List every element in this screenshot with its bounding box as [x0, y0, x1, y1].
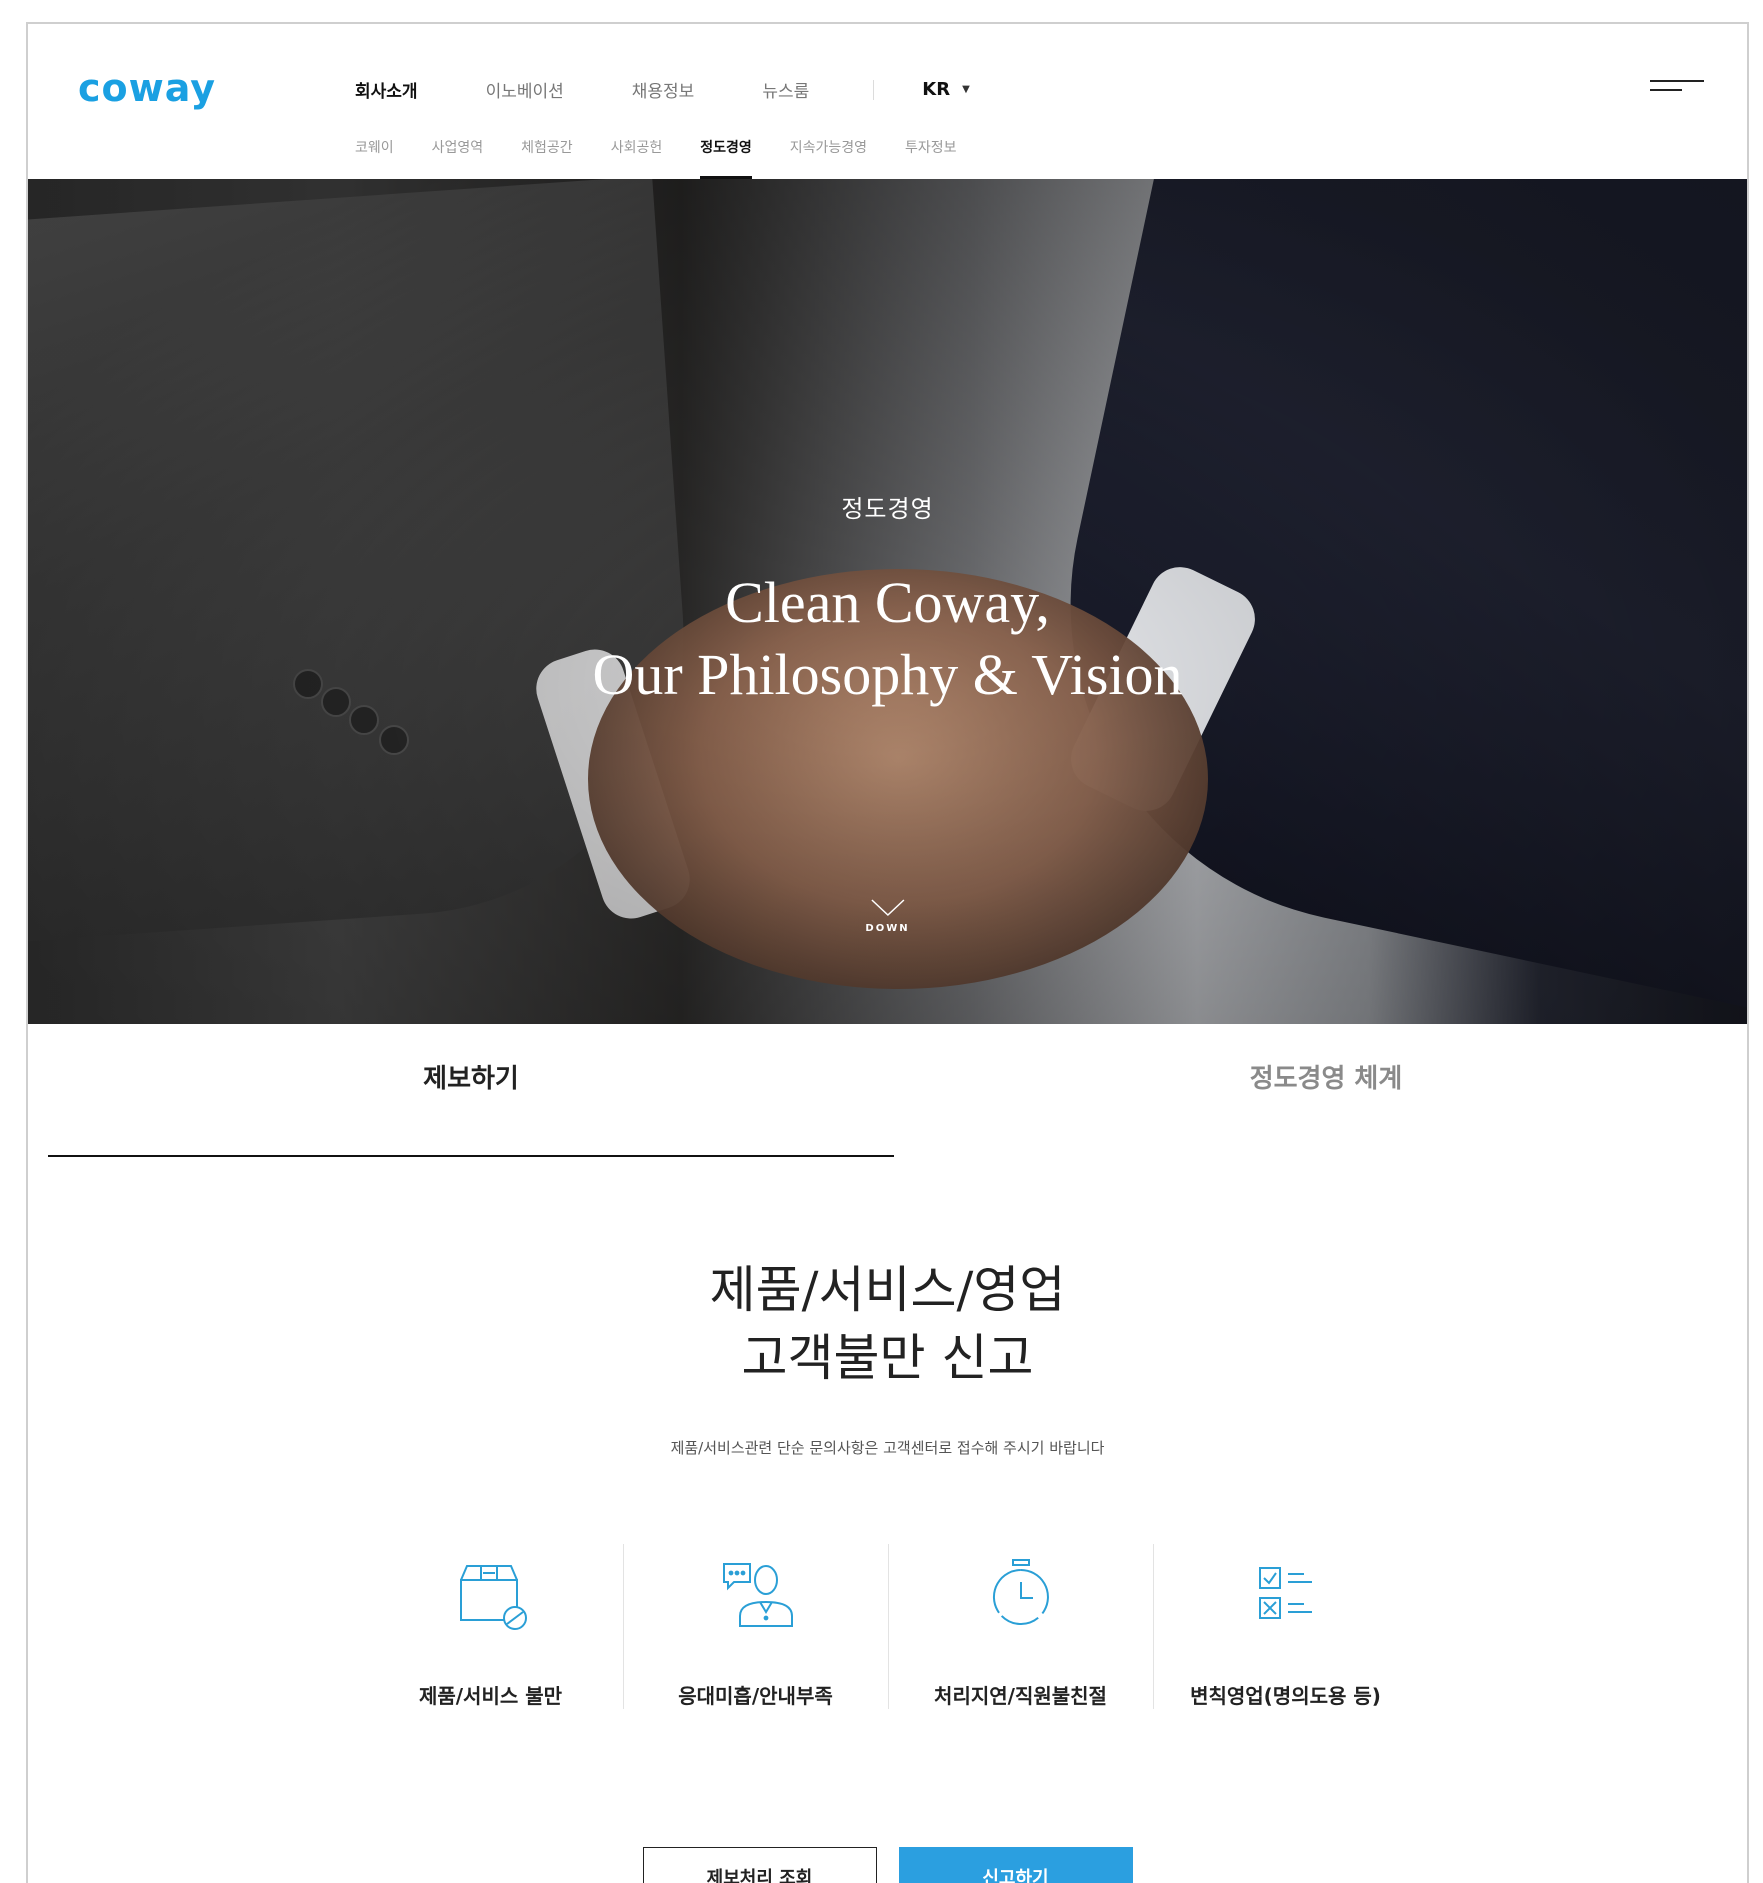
category-response: 응대미흡/안내부족 [623, 1544, 888, 1714]
consultant-chat-icon [722, 1563, 793, 1627]
hero-eyebrow: 정도경영 [841, 495, 934, 523]
scroll-down-button[interactable]: DOWN [865, 899, 909, 934]
snb-item-experience[interactable]: 체험공간 [521, 137, 573, 179]
category-product-service: 제품/서비스 불만 [358, 1544, 623, 1714]
tab-report[interactable]: 제보하기 [48, 1024, 894, 1157]
category-label: 변칙영업(명의도용 등) [1190, 1684, 1381, 1708]
snb-item-coway[interactable]: 코웨이 [355, 137, 394, 179]
submit-report-button[interactable]: 신고하기 [898, 1847, 1133, 1883]
checklist-icon [1258, 1567, 1312, 1619]
category-label: 제품/서비스 불만 [418, 1684, 563, 1708]
sub-nav: 코웨이 사업영역 체험공간 사회공헌 정도경영 지속가능경영 투자정보 [355, 137, 995, 179]
section-subtitle: 제품/서비스관련 단순 문의사항은 고객센터로 접수해 주시기 바랍니다 [670, 1439, 1105, 1457]
action-buttons: 제보처리 조회 신고하기 [28, 1847, 1747, 1883]
section-title-line1: 제품/서비스/영업 [709, 1261, 1066, 1319]
language-label: KR [922, 79, 951, 100]
content-tabs: 제보하기 정도경영 체계 [48, 1024, 1747, 1157]
scroll-down-label: DOWN [865, 923, 910, 934]
snb-item-social[interactable]: 사회공헌 [611, 137, 663, 179]
language-selector[interactable]: KR ▼ [922, 79, 970, 100]
snb-item-sustainability[interactable]: 지속가능경영 [790, 137, 867, 179]
report-lookup-button[interactable]: 제보처리 조회 [642, 1847, 877, 1883]
gnb-item-company[interactable]: 회사소개 [355, 77, 418, 102]
section-title-line2: 고객불만 신고 [741, 1329, 1034, 1387]
category-label: 응대미흡/안내부족 [678, 1684, 833, 1708]
tab-ethics-system[interactable]: 정도경영 체계 [904, 1024, 1747, 1157]
product-box-icon [459, 1565, 527, 1630]
snb-item-business[interactable]: 사업영역 [432, 137, 484, 179]
category-irregular-sales: 변칙영업(명의도용 등) [1153, 1544, 1418, 1714]
coway-logo[interactable]: coway [78, 66, 216, 110]
hero-banner: 정도경영 Clean Coway, Our Philosophy & Visio… [28, 179, 1747, 1024]
snb-item-ethics[interactable]: 정도경영 [700, 137, 752, 179]
chevron-down-icon [870, 899, 905, 917]
gnb-item-careers[interactable]: 채용정보 [632, 77, 695, 102]
global-nav: 회사소개 이노베이션 채용정보 뉴스룸 KR ▼ [355, 77, 970, 102]
hero-title-line1: Clean Coway, [725, 570, 1050, 635]
gnb-item-innovation[interactable]: 이노베이션 [486, 77, 564, 102]
caret-down-icon: ▼ [962, 84, 970, 95]
category-label: 처리지연/직원불친절 [934, 1684, 1107, 1708]
page-frame: coway 회사소개 이노베이션 채용정보 뉴스룸 KR ▼ 코웨이 사업영역 … [26, 22, 1749, 1883]
hero-title: Clean Coway, Our Philosophy & Vision [28, 567, 1747, 711]
complaint-categories: 제품/서비스 불만 응대미흡/안내부족 처리지연/직원불친절 변칙영업(명의도용… [358, 1544, 1418, 1714]
site-header: coway 회사소개 이노베이션 채용정보 뉴스룸 KR ▼ 코웨이 사업영역 … [28, 24, 1747, 179]
nav-divider [873, 79, 875, 100]
gnb-item-newsroom[interactable]: 뉴스룸 [762, 77, 809, 102]
stopwatch-icon [992, 1559, 1049, 1625]
snb-item-investor[interactable]: 투자정보 [905, 137, 957, 179]
category-delay: 처리지연/직원불친절 [888, 1544, 1153, 1714]
hero-title-line2: Our Philosophy & Vision [592, 642, 1183, 707]
menu-icon[interactable] [1650, 80, 1704, 94]
section-title: 제품/서비스/영업 고객불만 신고 [28, 1256, 1747, 1392]
